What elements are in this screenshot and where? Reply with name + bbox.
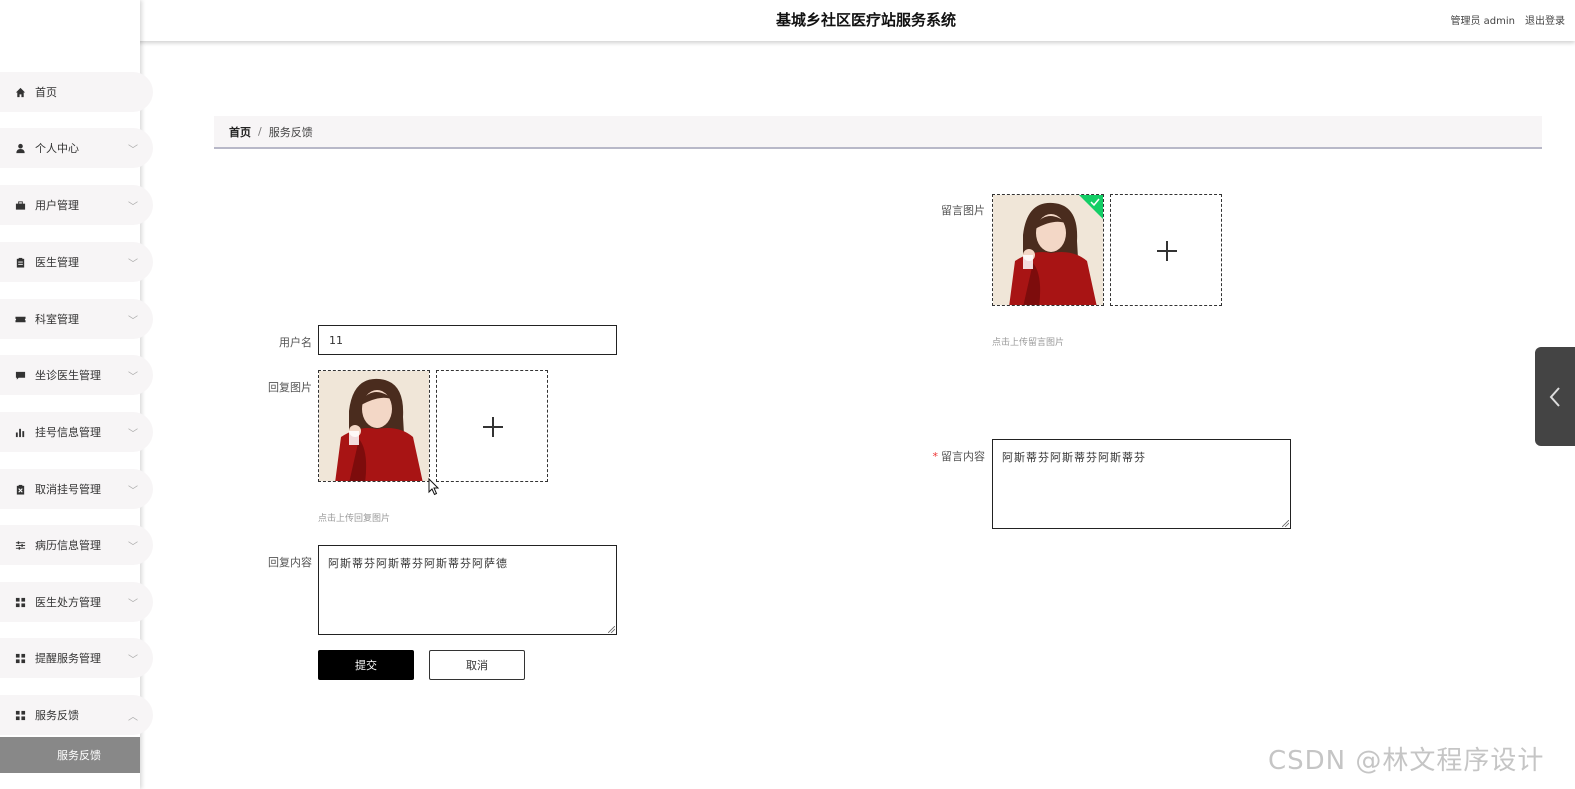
breadcrumb-current: 服务反馈 [268, 125, 313, 139]
reply-image-upload-button[interactable] [436, 370, 548, 482]
message-image-upload-button[interactable] [1110, 194, 1222, 306]
reply-image-label: 回复图片 [268, 381, 312, 394]
submit-button[interactable]: 提交 [318, 650, 414, 680]
chevron-up-icon: ︿ [128, 712, 138, 723]
chevron-down-icon: ﹀ [128, 372, 138, 383]
sliders-icon [14, 539, 26, 551]
breadcrumb-home[interactable]: 首页 [229, 124, 251, 140]
chevron-down-icon: ﹀ [128, 429, 138, 440]
bar-chart-icon [14, 426, 26, 438]
sidebar-item-feedback[interactable]: 服务反馈 ︿ [0, 695, 153, 735]
submenu-item-feedback[interactable]: 服务反馈 [0, 737, 140, 773]
app-title: 基城乡社区医疗站服务系统 [775, 11, 956, 29]
user-icon [14, 142, 26, 154]
reply-image-thumbnail[interactable] [318, 370, 430, 482]
sidebar: 首页 个人中心 ﹀ 用户管理 ﹀ 医生管理 ﹀ 科室管理 ﹀ 坐诊医生管理 ﹀ [0, 0, 153, 789]
message-content-value: 阿斯蒂芬阿斯蒂芬阿斯蒂芬 [1002, 451, 1146, 464]
username-value: 11 [329, 333, 343, 347]
reply-content-textarea[interactable]: 阿斯蒂芬阿斯蒂芬阿斯蒂芬阿萨德 [318, 545, 617, 635]
chevron-down-icon: ﹀ [128, 542, 138, 553]
resize-handle-icon[interactable] [608, 626, 615, 633]
sidebar-item-home[interactable]: 首页 [0, 72, 153, 112]
sidebar-item-departments[interactable]: 科室管理 ﹀ [0, 299, 153, 339]
grid-icon [14, 709, 26, 721]
briefcase-icon [14, 199, 26, 211]
cancel-button[interactable]: 取消 [429, 650, 525, 680]
required-marker: * [932, 450, 939, 463]
breadcrumb: 首页 / 服务反馈 [214, 116, 1542, 149]
sidebar-item-cancellations[interactable]: 取消挂号管理 ﹀ [0, 469, 153, 509]
current-user[interactable]: 管理员 admin [1450, 12, 1515, 27]
clipboard-x-icon [14, 483, 26, 495]
chevron-down-icon: ﹀ [128, 202, 138, 213]
chat-icon [14, 369, 26, 381]
message-image-label: 留言图片 [941, 204, 985, 217]
chevron-down-icon: ﹀ [128, 316, 138, 327]
chevron-down-icon: ﹀ [128, 655, 138, 666]
logout-link[interactable]: 退出登录 [1525, 12, 1565, 27]
grid-icon [14, 596, 26, 608]
message-image-thumbnail[interactable] [992, 194, 1104, 306]
resize-handle-icon[interactable] [1282, 520, 1289, 527]
sidebar-item-visiting-doctors[interactable]: 坐诊医生管理 ﹀ [0, 355, 153, 395]
sidebar-item-reminders[interactable]: 提醒服务管理 ﹀ [0, 638, 153, 678]
side-panel-toggle[interactable] [1535, 347, 1575, 446]
ticket-icon [14, 313, 26, 325]
chevron-down-icon: ﹀ [128, 145, 138, 156]
user-area: 管理员 admin 退出登录 [1450, 12, 1565, 27]
mouse-cursor-icon [428, 478, 440, 496]
sidebar-item-doctors[interactable]: 医生管理 ﹀ [0, 242, 153, 282]
chevron-down-icon: ﹀ [128, 259, 138, 270]
username-label: 用户名 [279, 336, 312, 349]
reply-image-hint: 点击上传回复图片 [318, 514, 391, 524]
chevron-down-icon: ﹀ [128, 486, 138, 497]
upload-success-badge [1079, 195, 1103, 219]
sidebar-item-registrations[interactable]: 挂号信息管理 ﹀ [0, 412, 153, 452]
breadcrumb-separator: / [258, 125, 262, 138]
reply-content-value: 阿斯蒂芬阿斯蒂芬阿斯蒂芬阿萨德 [328, 557, 508, 570]
grid-icon [14, 652, 26, 664]
message-image-hint: 点击上传留言图片 [992, 338, 1065, 348]
home-icon [14, 86, 26, 98]
sidebar-item-label: 首页 [35, 86, 57, 99]
top-bar: 基城乡社区医疗站服务系统 管理员 admin 退出登录 [0, 0, 1575, 41]
message-content-textarea[interactable]: 阿斯蒂芬阿斯蒂芬阿斯蒂芬 [992, 439, 1291, 529]
sidebar-item-medical-records[interactable]: 病历信息管理 ﹀ [0, 525, 153, 565]
portrait-image [319, 371, 429, 481]
sidebar-item-profile[interactable]: 个人中心 ﹀ [0, 128, 153, 168]
username-input[interactable]: 11 [318, 325, 617, 355]
clipboard-icon [14, 256, 26, 268]
reply-content-label: 回复内容 [268, 556, 312, 569]
message-content-label: * 留言内容 [932, 450, 986, 463]
chevron-down-icon: ﹀ [128, 599, 138, 610]
watermark: CSDN @林文程序设计 [1268, 746, 1545, 776]
sidebar-item-prescriptions[interactable]: 医生处方管理 ﹀ [0, 582, 153, 622]
chevron-left-icon [1549, 386, 1560, 407]
sidebar-item-users[interactable]: 用户管理 ﹀ [0, 185, 153, 225]
